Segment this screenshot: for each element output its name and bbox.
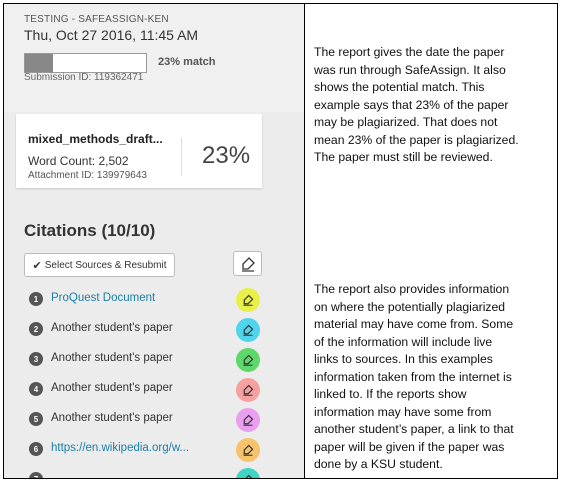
explanation-line: was run through SafeAssign. It also <box>314 62 506 77</box>
citation-source-link[interactable]: ProQuest Document <box>51 292 155 304</box>
citation-number-badge: 4 <box>29 382 43 396</box>
org-label: TESTING - SAFEASSIGN-KEN <box>24 14 169 25</box>
explanation-line: links to sources. In this examples <box>314 352 493 366</box>
citation-source-link[interactable]: https://en.wikipedia.org/w... <box>51 442 189 454</box>
highlighter-icon <box>243 324 254 336</box>
citation-row: 5 Another student's paper <box>24 408 294 438</box>
explanation-line: The paper must still be reviewed. <box>314 150 493 164</box>
highlight-color-toggle[interactable] <box>236 468 260 478</box>
citation-number-badge: 6 <box>29 442 43 456</box>
explanation-line: on where the potentially plagiarized <box>314 299 506 314</box>
report-date: Thu, Oct 27 2016, 11:45 AM <box>24 27 199 43</box>
attachment-card[interactable]: mixed_methods_draft... Word Count: 2,502… <box>16 114 262 188</box>
citation-number-badge: 5 <box>29 412 43 426</box>
citation-number-badge: 3 <box>29 352 43 366</box>
explanation-line: of the information will include live <box>314 334 493 349</box>
explanation-line: information may have some from <box>314 404 492 419</box>
citation-row: 7 <box>24 468 294 478</box>
citation-source-label: Another student's paper <box>51 322 173 334</box>
highlight-color-toggle[interactable] <box>236 438 260 462</box>
explanation-line: done by a KSU student. <box>314 457 443 471</box>
report-header: TESTING - SAFEASSIGN-KEN Thu, Oct 27 201… <box>4 4 304 112</box>
explanation-line: may be plagiarized. That does not <box>314 115 498 129</box>
highlighter-icon <box>243 294 254 306</box>
word-count: Word Count: 2,502 <box>28 154 129 168</box>
card-divider <box>181 138 182 176</box>
highlighter-icon <box>243 384 254 396</box>
explanation-paragraph-sources: The report also provides information on w… <box>314 281 554 474</box>
explanation-line: The report also provides information <box>314 282 510 296</box>
highlight-color-toggle[interactable] <box>236 408 260 432</box>
highlight-color-toggle[interactable] <box>236 318 260 342</box>
citation-source-label: Another student's paper <box>51 352 173 364</box>
citation-row: 3 Another student's paper <box>24 348 294 378</box>
attachment-id: Attachment ID: 139979643 <box>28 170 147 181</box>
explanation-line: paper will be given if the paper was <box>314 439 505 454</box>
select-sources-resubmit-button[interactable]: ✔ Select Sources & Resubmit <box>24 253 175 277</box>
explanation-line: linked to. If the reports show <box>314 387 467 401</box>
citation-row: 2 Another student's paper <box>24 318 294 348</box>
citation-row: 6 https://en.wikipedia.org/w... <box>24 438 294 468</box>
citation-number-badge: 2 <box>29 322 43 336</box>
match-progress-bar <box>24 53 147 73</box>
submission-id: Submission ID: 119362471 <box>24 72 144 83</box>
highlighter-icon <box>243 354 254 366</box>
explanation-line: The report gives the date the paper <box>314 45 505 59</box>
citations-list: 1 ProQuest Document 2 Another student's pap… <box>24 288 294 478</box>
citation-row: 1 ProQuest Document <box>24 288 294 318</box>
document-frame: TESTING - SAFEASSIGN-KEN Thu, Oct 27 201… <box>3 3 558 479</box>
explanation-paragraph-date-match: The report gives the date the paper was r… <box>314 44 554 167</box>
explanation-line: material may have come from. Some <box>314 317 514 331</box>
citation-row: 4 Another student's paper <box>24 378 294 408</box>
citation-number-badge: 1 <box>29 292 43 306</box>
highlighter-icon <box>241 256 255 272</box>
explanation-line: example says that 23% of the paper <box>314 97 509 112</box>
explanation-line: mean 23% of the paper is plagiarized. <box>314 132 519 147</box>
explanation-column: The report gives the date the paper was r… <box>306 4 557 478</box>
explanation-line: information taken from the internet is <box>314 369 512 384</box>
safeassign-report-panel: TESTING - SAFEASSIGN-KEN Thu, Oct 27 201… <box>4 4 305 478</box>
highlighter-icon <box>243 414 254 426</box>
attachment-title[interactable]: mixed_methods_draft... <box>28 132 163 146</box>
explanation-line: another student’s paper, a link to that <box>314 422 514 436</box>
citation-source-label: Another student's paper <box>51 412 173 424</box>
attachment-match-percent: 23% <box>202 142 251 169</box>
highlight-toggle-button[interactable] <box>233 251 262 276</box>
citation-source-label: Another student's paper <box>51 382 173 394</box>
match-label: 23% match <box>158 56 216 68</box>
resubmit-button-label: Select Sources & Resubmit <box>44 259 167 271</box>
highlighter-icon <box>243 444 254 456</box>
highlight-color-toggle[interactable] <box>236 378 260 402</box>
explanation-line: shows the potential match. This <box>314 80 485 94</box>
highlighter-icon <box>245 474 253 478</box>
citation-number-badge: 7 <box>29 472 43 478</box>
checkmark-icon: ✔ <box>32 259 42 272</box>
citations-title: Citations (10/10) <box>24 221 156 240</box>
highlight-color-toggle[interactable] <box>236 348 260 372</box>
match-progress-fill <box>25 54 53 72</box>
highlight-color-toggle[interactable] <box>236 288 260 312</box>
